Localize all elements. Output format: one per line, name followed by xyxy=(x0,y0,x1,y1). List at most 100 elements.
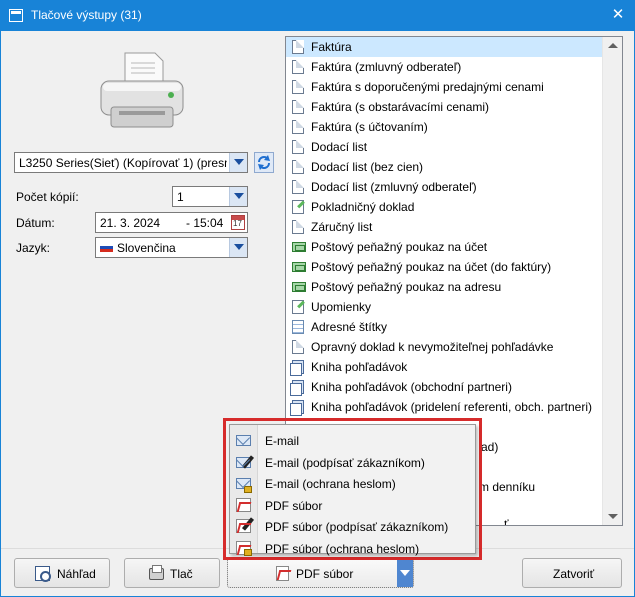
close-button-label: Zatvoriť xyxy=(553,567,595,581)
list-item-label: Poštový peňažný poukaz na účet xyxy=(311,240,488,254)
list-item-label: Adresné štítky xyxy=(311,320,388,334)
export-menu-item[interactable]: E-mail (ochrana heslom) xyxy=(230,473,475,494)
list-item-label: Faktúra (s účtovaním) xyxy=(311,120,428,134)
money-order-icon xyxy=(292,282,306,292)
list-item[interactable]: Pokladničný doklad xyxy=(286,197,603,217)
book-icon xyxy=(290,380,304,396)
list-item-label: Kniha pohľadávok (obchodní partneri) xyxy=(311,380,512,394)
receipt-icon xyxy=(292,300,304,314)
scroll-down-icon[interactable] xyxy=(608,514,618,519)
export-menu-item-label: E-mail (podpísať zákazníkom) xyxy=(265,455,425,470)
date-label: Dátum: xyxy=(16,216,55,230)
list-item[interactable]: Kniha pohľadávok xyxy=(286,357,603,377)
list-item[interactable]: Adresné štítky xyxy=(286,317,603,337)
list-item[interactable]: Poštový peňažný poukaz na adresu xyxy=(286,277,603,297)
document-icon xyxy=(292,160,304,174)
calendar-icon[interactable] xyxy=(231,215,245,230)
list-item[interactable]: Faktúra (s obstarávacími cenami) xyxy=(286,97,603,117)
list-item-label: ť xyxy=(504,517,509,526)
refresh-icon xyxy=(258,155,270,170)
highlight-frame: E-mail E-mail (podpísať zákazníkom) E-mail… xyxy=(223,418,482,560)
pdf-icon xyxy=(236,497,251,512)
chevron-down-icon[interactable] xyxy=(397,559,413,587)
date-time-picker[interactable]: 21. 3. 2024 - 15:04 xyxy=(95,212,248,233)
copies-select[interactable]: 1 xyxy=(172,186,248,207)
printer-select[interactable]: L3250 Series(Sieť) (Kopírovať 1) (presm xyxy=(14,152,248,173)
print-button[interactable]: Tlač xyxy=(124,558,220,588)
list-item-label: Kniha pohľadávok xyxy=(311,360,408,374)
email-sign-icon xyxy=(236,454,255,469)
list-item-label: Faktúra (s obstarávacími cenami) xyxy=(311,100,490,114)
export-menu-item[interactable]: PDF súbor (ochrana heslom) xyxy=(230,538,475,559)
close-window-button[interactable]: ✕ xyxy=(610,6,626,24)
window-title: Tlačové výstupy (31) xyxy=(31,8,142,22)
export-menu-item[interactable]: E-mail xyxy=(230,430,475,451)
document-icon xyxy=(292,140,304,154)
book-icon xyxy=(290,360,304,376)
list-item-label: Faktúra (zmluvný odberateľ) xyxy=(311,60,462,74)
pdf-icon xyxy=(276,566,289,581)
print-button-label: Tlač xyxy=(170,567,193,581)
list-item-label: Faktúra xyxy=(311,40,352,54)
document-icon xyxy=(292,220,304,234)
refresh-printers-button[interactable] xyxy=(254,152,274,173)
title-bar: Tlačové výstupy (31) ✕ xyxy=(1,1,634,31)
list-item[interactable]: Upomienky xyxy=(286,297,603,317)
receipt-icon xyxy=(292,200,304,214)
list-item[interactable]: Poštový peňažný poukaz na účet xyxy=(286,237,603,257)
export-menu-item-label: E-mail (ochrana heslom) xyxy=(265,477,396,491)
document-icon xyxy=(292,340,304,354)
list-item-label: Poštový peňažný poukaz na adresu xyxy=(311,280,502,294)
list-item-label: Kniha pohľadávok (pridelení referenti, o… xyxy=(311,400,592,414)
preview-icon xyxy=(35,566,51,582)
chevron-down-icon[interactable] xyxy=(229,187,247,206)
list-item[interactable]: Faktúra (zmluvný odberateľ) xyxy=(286,57,603,77)
document-icon xyxy=(292,80,304,94)
email-icon xyxy=(236,435,251,446)
language-label: Jazyk: xyxy=(16,241,51,255)
list-item-label: Poštový peňažný poukaz na účet (do faktú… xyxy=(311,260,552,274)
printer-select-value: L3250 Series(Sieť) (Kopírovať 1) (presm xyxy=(19,156,227,170)
book-icon xyxy=(290,400,304,416)
export-menu-item[interactable]: E-mail (podpísať zákazníkom) xyxy=(230,452,475,473)
export-menu-item[interactable]: PDF súbor (podpísať zákazníkom) xyxy=(230,516,475,537)
list-item-label: Záručný list xyxy=(311,220,373,234)
list-item[interactable]: Záručný list xyxy=(286,217,603,237)
chevron-down-icon[interactable] xyxy=(229,153,247,172)
export-menu: E-mail E-mail (podpísať zákazníkom) E-mail… xyxy=(229,424,476,556)
list-item[interactable]: Faktúra (s účtovaním) xyxy=(286,117,603,137)
scroll-up-icon[interactable] xyxy=(608,43,618,48)
export-menu-item-label: PDF súbor (ochrana heslom) xyxy=(265,541,420,556)
export-menu-item-label: PDF súbor (podpísať zákazníkom) xyxy=(265,520,449,534)
window-icon xyxy=(9,9,23,22)
preview-button-label: Náhľad xyxy=(57,567,96,581)
close-button[interactable]: Zatvoriť xyxy=(522,558,622,588)
list-item[interactable]: Faktúra s doporučenými predajnými cenami xyxy=(286,77,603,97)
list-item[interactable]: Faktúra xyxy=(286,37,603,57)
list-item[interactable]: Opravný doklad k nevymožiteľnej pohľadáv… xyxy=(286,337,603,357)
list-item[interactable]: Dodací list (zmluvný odberateľ) xyxy=(286,177,603,197)
list-item[interactable]: Dodací list xyxy=(286,137,603,157)
copies-label: Počet kópií: xyxy=(16,190,79,204)
document-icon xyxy=(292,180,304,194)
list-item[interactable]: Kniha pohľadávok (obchodní partneri) xyxy=(286,377,603,397)
report-list-scrollbar[interactable] xyxy=(602,37,622,525)
export-menu-item[interactable]: PDF súbor xyxy=(230,495,475,516)
preview-button[interactable]: Náhľad xyxy=(14,558,110,588)
list-item-label: ad) xyxy=(481,440,499,454)
pdf-sign-icon xyxy=(236,517,255,533)
list-item-label: Pokladničný doklad xyxy=(311,200,415,214)
print-outputs-window: Tlačové výstupy (31) ✕ L3250 Series(Sieť… xyxy=(0,0,635,597)
list-item[interactable]: Poštový peňažný poukaz na účet (do faktú… xyxy=(286,257,603,277)
labels-icon xyxy=(292,320,304,334)
document-icon xyxy=(292,120,304,134)
list-item[interactable]: Dodací list (bez cien) xyxy=(286,157,603,177)
list-item[interactable]: Kniha pohľadávok (pridelení referenti, o… xyxy=(286,397,603,417)
document-icon xyxy=(292,100,304,114)
email-lock-icon xyxy=(236,478,252,493)
language-select[interactable]: Slovenčina xyxy=(95,237,248,258)
chevron-down-icon[interactable] xyxy=(229,238,247,257)
pdf-export-button[interactable]: PDF súbor xyxy=(227,558,414,588)
money-order-icon xyxy=(292,242,306,252)
list-item-label: Opravný doklad k nevymožiteľnej pohľadáv… xyxy=(311,340,554,354)
